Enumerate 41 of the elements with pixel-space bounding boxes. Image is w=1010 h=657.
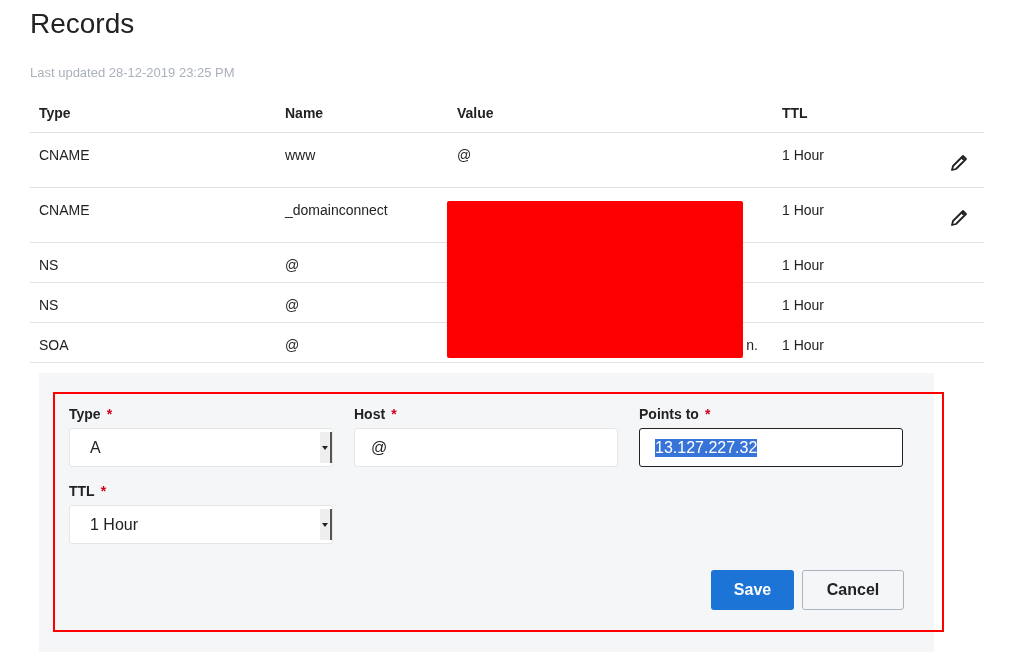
table-cell-text: 1 Hour	[782, 297, 826, 315]
input-field[interactable]: @	[354, 428, 618, 467]
table-cell: n.	[746, 337, 758, 353]
required-mark: *	[100, 483, 107, 499]
table-cell-text: SOA	[39, 337, 70, 355]
table-cell-text: NS	[39, 257, 60, 275]
table-cell-text: www	[285, 147, 317, 165]
field-label: Host	[354, 406, 386, 422]
table-cell-text: 1 Hour	[782, 147, 826, 165]
select-field[interactable]: 1 Hour	[69, 505, 333, 544]
table-cell-text: 1 Hour	[782, 257, 826, 275]
column-header: Value	[457, 105, 495, 123]
required-mark: *	[106, 406, 113, 422]
column-header: TTL	[782, 105, 809, 123]
table-cell-text: 1 Hour	[782, 337, 826, 355]
table-cell-text: 1 Hour	[782, 202, 826, 220]
table-cell: @	[457, 147, 472, 163]
edit-icon[interactable]	[949, 153, 969, 173]
cancel-button[interactable]: Cancel	[802, 570, 904, 610]
required-mark: *	[704, 406, 711, 422]
table-cell-text: NS	[39, 297, 60, 315]
table-cell-text: @	[285, 337, 301, 355]
table-cell-text: @	[285, 297, 301, 315]
last-updated-text: Last updated 28-12-2019 23:25 PM	[30, 65, 236, 81]
field-label: TTL	[69, 483, 95, 499]
column-header: Name	[285, 105, 325, 123]
page-title: Records	[30, 7, 136, 41]
field-label: Type	[69, 406, 101, 422]
edit-icon[interactable]	[949, 208, 969, 228]
caret-icon	[320, 432, 332, 463]
required-mark: *	[391, 406, 397, 422]
select-field[interactable]: A	[69, 428, 333, 467]
save-button[interactable]: Save	[711, 570, 794, 610]
column-header: Type	[39, 105, 72, 123]
table-cell-text: CNAME	[39, 147, 91, 165]
table-cell-text: @	[285, 257, 301, 275]
field-label: Points to	[639, 406, 699, 422]
table-cell-text: CNAME	[39, 202, 91, 220]
table-cell-text: _domainconnect	[285, 202, 389, 220]
input-field[interactable]: 13.127.227.32	[639, 428, 903, 467]
caret-icon	[320, 509, 332, 540]
